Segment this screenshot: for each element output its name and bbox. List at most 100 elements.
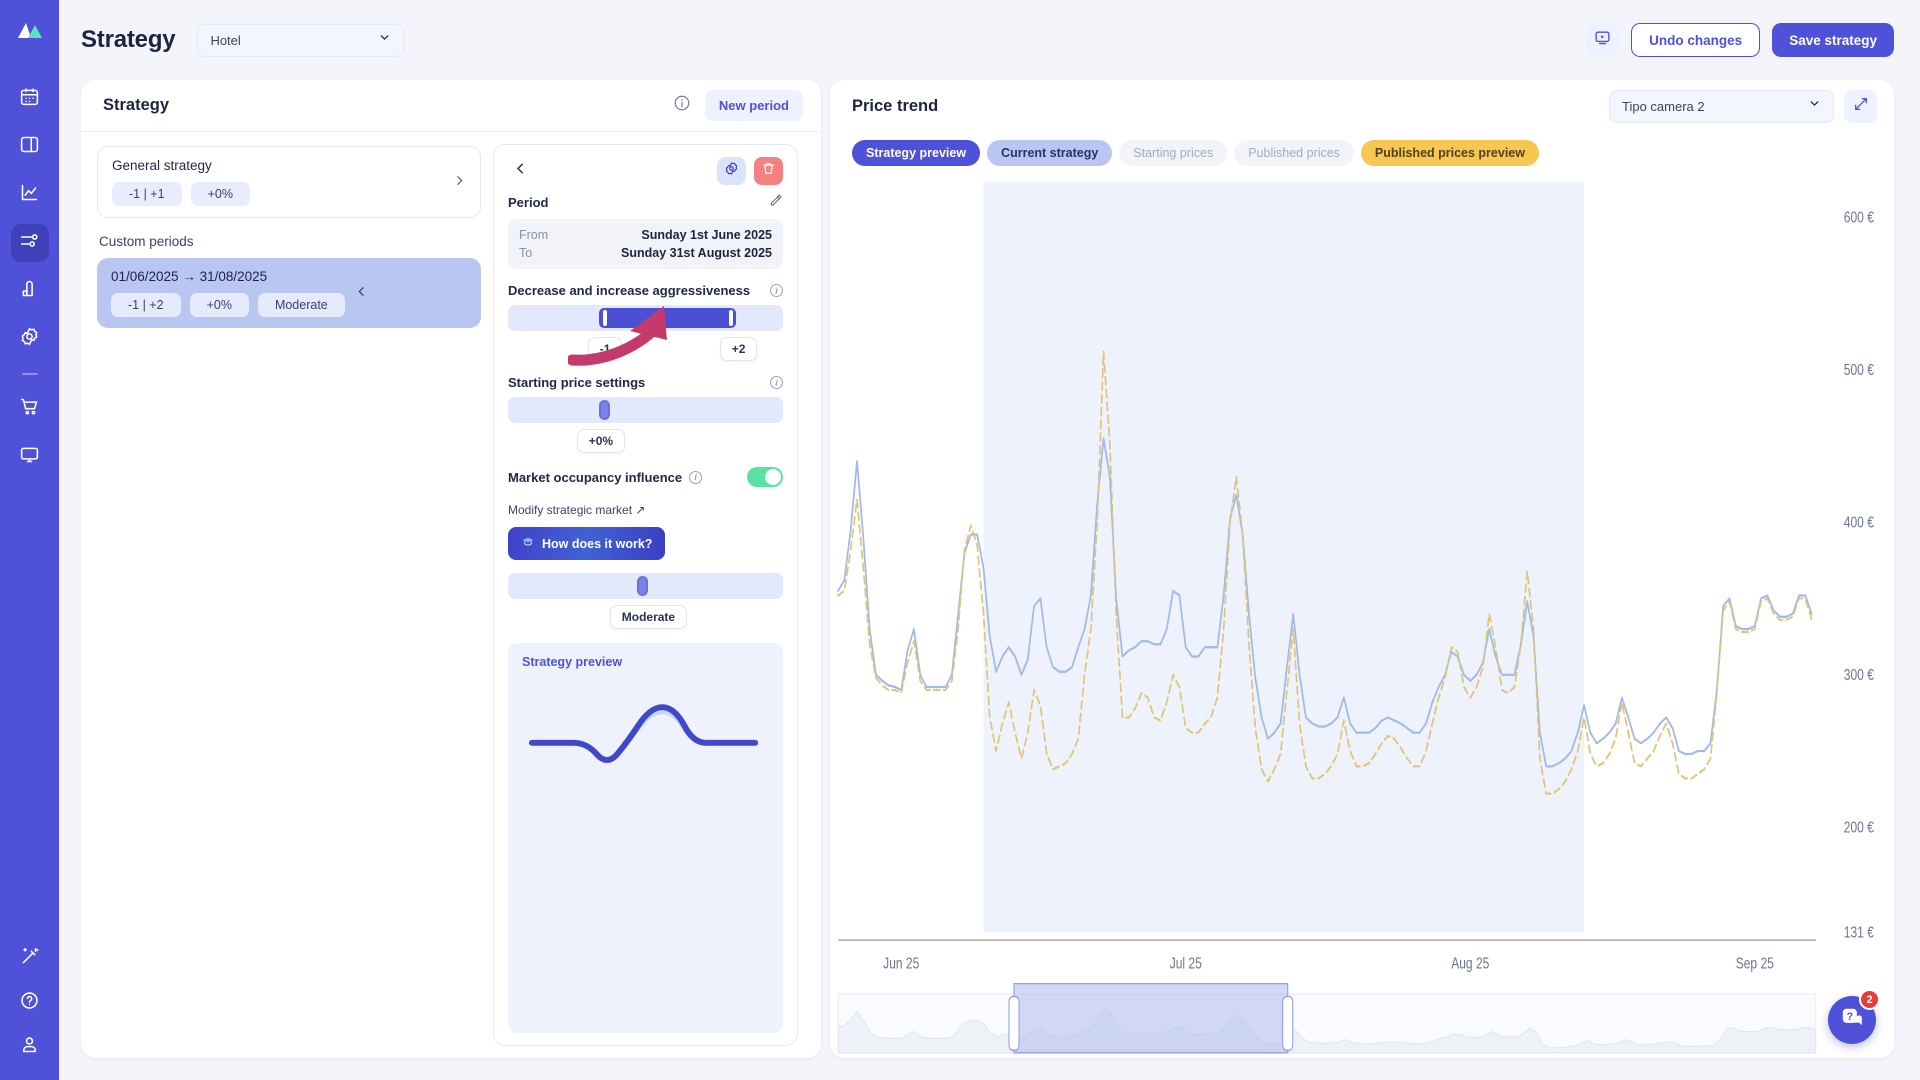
period-to-row: To Sunday 31st August 2025 <box>519 244 772 262</box>
market-influence-handle[interactable] <box>637 576 649 596</box>
period-from-value: Sunday 1st June 2025 <box>641 228 772 242</box>
period-detail-panel: Period From Sunday 1st June 2025 To Sund… <box>493 144 798 1046</box>
sidebar-item-channels[interactable] <box>11 438 49 476</box>
tab-current-strategy[interactable]: Current strategy <box>987 140 1113 166</box>
user-icon <box>19 1034 40 1060</box>
svg-text:200 €: 200 € <box>1844 818 1874 836</box>
aggressiveness-values: -1 +2 <box>508 337 783 361</box>
market-influence-slider[interactable] <box>508 573 783 599</box>
aggressiveness-min-value: -1 <box>587 337 623 361</box>
magic-wand-icon <box>19 946 40 972</box>
sidebar-item-dashboard[interactable] <box>11 128 49 166</box>
tab-strategy-preview[interactable]: Strategy preview <box>852 140 981 166</box>
info-icon[interactable]: i <box>770 376 783 389</box>
help-badge: 2 <box>1859 989 1880 1010</box>
tab-starting-prices[interactable]: Starting prices <box>1119 140 1228 166</box>
general-strategy-card[interactable]: General strategy -1 | +1 +0% <box>97 146 481 218</box>
market-occupancy-toggle[interactable] <box>747 467 783 487</box>
period-section-row: Period <box>508 193 783 212</box>
sidebar-item-calendar[interactable] <box>11 80 49 118</box>
aggressiveness-handle-min[interactable] <box>602 310 607 326</box>
aggressiveness-range-slider[interactable] <box>508 305 783 331</box>
content-area: Strategy Hotel Undo changes Save strateg… <box>59 0 1920 1080</box>
chip-aggressiveness: -1 | +1 <box>112 182 182 206</box>
period-from-label: From <box>519 228 549 242</box>
svg-text:400 €: 400 € <box>1844 513 1874 531</box>
layout-panel-icon <box>19 134 40 160</box>
chevron-left-icon <box>345 285 368 302</box>
custom-period-title: 01/06/2025 → 31/08/2025 <box>111 269 268 284</box>
how-does-it-work-label: How does it work? <box>542 536 653 551</box>
expand-chart-button[interactable] <box>1844 89 1877 123</box>
graduation-cap-icon <box>521 535 535 552</box>
strategy-panel-title: Strategy <box>103 96 170 114</box>
aggressiveness-range-fill <box>598 308 737 328</box>
price-trend-panel: Price trend Tipo camera 2 Strategy previ… <box>830 80 1894 1058</box>
starting-price-handle[interactable] <box>598 400 610 420</box>
save-strategy-button[interactable]: Save strategy <box>1772 23 1894 57</box>
custom-period-card[interactable]: 01/06/2025 → 31/08/2025 -1 | +2 +0% Mode… <box>97 258 481 328</box>
undo-changes-button[interactable]: Undo changes <box>1631 23 1761 57</box>
toggle-knob <box>765 469 781 485</box>
topbar-actions: Undo changes Save strategy <box>1586 23 1894 57</box>
delete-period-button[interactable] <box>754 157 783 185</box>
svg-text:Jun 25: Jun 25 <box>883 954 919 972</box>
info-icon[interactable]: i <box>770 284 783 297</box>
svg-text:?: ? <box>1847 1011 1854 1023</box>
strategy-preview-title: Strategy preview <box>522 655 623 669</box>
period-to-label: To <box>519 246 533 260</box>
market-influence-values: Moderate <box>508 605 783 629</box>
strategy-preview-chart <box>528 704 759 764</box>
tab-published-prices[interactable]: Published prices <box>1234 140 1354 166</box>
svg-text:300 €: 300 € <box>1844 665 1874 683</box>
strategy-panel: Strategy New period General strategy -1 … <box>81 80 821 1058</box>
monitor-icon <box>19 444 40 470</box>
starting-price-values: +0% <box>508 429 783 453</box>
sidebar-item-reports[interactable] <box>11 272 49 310</box>
how-does-it-work-button[interactable]: How does it work? <box>508 527 666 560</box>
edit-period-button[interactable] <box>769 193 783 212</box>
svg-text:500 €: 500 € <box>1844 360 1874 378</box>
video-tutorial-button[interactable] <box>1586 23 1620 57</box>
back-button[interactable] <box>508 159 532 183</box>
tab-published-prices-preview[interactable]: Published prices preview <box>1360 140 1539 166</box>
info-icon[interactable] <box>673 94 691 117</box>
new-period-button[interactable]: New period <box>704 90 803 121</box>
room-type-select[interactable]: Tipo camera 2 <box>1609 89 1834 123</box>
sidebar-item-help[interactable] <box>11 984 49 1022</box>
price-trend-svg: 131 € 200 € 300 € 400 € 500 € 600 € Jun 25 Jul … <box>837 181 1874 1054</box>
sidebar-item-account[interactable] <box>11 1028 49 1066</box>
price-trend-chart[interactable]: 131 € 200 € 300 € 400 € 500 € 600 € Jun 25 Jul … <box>830 170 1894 1058</box>
sidebar-item-settings[interactable] <box>11 320 49 358</box>
bar-chart-icon <box>19 278 40 304</box>
page-title: Strategy <box>81 26 176 53</box>
cart-icon <box>19 396 40 422</box>
sidebar-item-analytics[interactable] <box>11 176 49 214</box>
custom-period-chips: -1 | +2 +0% Moderate <box>111 293 345 317</box>
modify-strategic-market-link[interactable]: Modify strategic market ↗ <box>508 503 783 517</box>
aggressiveness-handle-max[interactable] <box>729 310 734 326</box>
sidebar-item-strategy[interactable] <box>10 224 49 262</box>
price-trend-tabs: Strategy preview Current strategy Starti… <box>830 132 1894 170</box>
info-icon[interactable]: i <box>689 470 703 484</box>
expand-diagonal-icon <box>1853 96 1869 117</box>
app-logo[interactable] <box>0 0 59 58</box>
chevron-left-icon <box>513 161 528 181</box>
aggressiveness-max-value: +2 <box>719 337 758 361</box>
period-to-value: Sunday 31st August 2025 <box>621 246 772 260</box>
period-settings-button[interactable] <box>717 157 746 185</box>
chevron-down-icon <box>1808 97 1821 115</box>
sidebar-item-magic[interactable] <box>11 940 49 978</box>
topbar: Strategy Hotel Undo changes Save strateg… <box>59 0 1920 80</box>
market-occupancy-label: Market occupancy influence <box>508 469 683 485</box>
hotel-select[interactable]: Hotel <box>197 23 405 57</box>
chip-starting-price: +0% <box>189 293 249 317</box>
starting-price-label: Starting price settings <box>508 375 646 390</box>
period-label: Period <box>508 195 549 210</box>
svg-text:Jul 25: Jul 25 <box>1170 954 1202 972</box>
main-region: Strategy New period General strategy -1 … <box>59 80 1920 1080</box>
sidebar-item-shop[interactable] <box>11 390 49 428</box>
starting-price-slider[interactable] <box>508 397 783 423</box>
question-circle-icon <box>19 990 40 1016</box>
period-dates-box: From Sunday 1st June 2025 To Sunday 31st… <box>508 219 783 269</box>
